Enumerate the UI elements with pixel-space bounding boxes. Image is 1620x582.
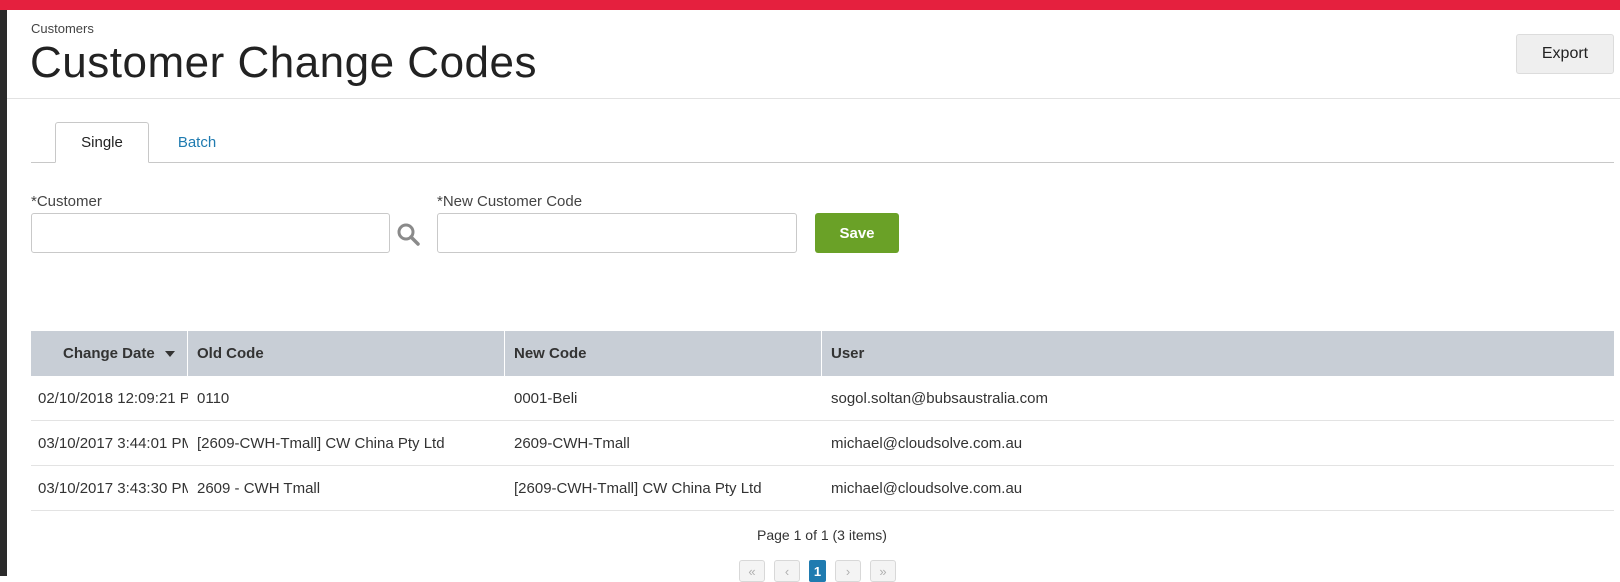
cell-change-date: 03/10/2017 3:44:01 PM [38, 434, 188, 452]
next-page-button[interactable]: › [835, 560, 861, 582]
breadcrumb[interactable]: Customers [31, 21, 94, 36]
column-header-change-date[interactable]: Change Date [31, 331, 188, 376]
cell-new-code: 0001-Beli [514, 389, 578, 407]
new-customer-code-label: *New Customer Code [437, 193, 583, 210]
column-header-label: Old Code [197, 345, 264, 362]
cell-old-code: 2609 - CWH Tmall [197, 479, 321, 497]
new-customer-code-input[interactable] [437, 213, 797, 253]
cell-change-date: 02/10/2018 12:09:21 PM [38, 389, 188, 407]
pager-summary: Page 1 of 1 (3 items) [757, 527, 887, 543]
table-row[interactable]: 02/10/2018 12:09:21 PM 0110 0001-Beli so… [31, 376, 1614, 421]
sort-descending-icon [164, 350, 175, 357]
cell-new-code: 2609-CWH-Tmall [514, 434, 630, 452]
save-button[interactable]: Save [815, 213, 899, 253]
search-icon[interactable] [396, 222, 420, 246]
left-edge-strip [0, 10, 7, 576]
tab-single[interactable]: Single [55, 122, 149, 163]
customer-label: *Customer [31, 193, 102, 210]
tab-batch[interactable]: Batch [160, 122, 234, 162]
column-header-label: New Code [514, 345, 587, 362]
table-row[interactable]: 03/10/2017 3:43:30 PM 2609 - CWH Tmall [… [31, 466, 1614, 511]
table-row[interactable]: 03/10/2017 3:44:01 PM [2609-CWH-Tmall] C… [31, 421, 1614, 466]
column-header-old-code[interactable]: Old Code [188, 331, 505, 376]
table-header: Change Date Old Code New Code User [31, 331, 1614, 376]
current-page-button[interactable]: 1 [809, 560, 826, 582]
cell-old-code: 0110 [197, 389, 230, 407]
top-accent-bar [0, 0, 1620, 10]
page-title: Customer Change Codes [30, 38, 537, 87]
cell-new-code: [2609-CWH-Tmall] CW China Pty Ltd [514, 479, 762, 497]
cell-old-code: [2609-CWH-Tmall] CW China Pty Ltd [197, 434, 445, 452]
cell-change-date: 03/10/2017 3:43:30 PM [38, 479, 188, 497]
last-page-button[interactable]: » [870, 560, 896, 582]
change-codes-table: Change Date Old Code New Code User 02/10… [31, 331, 1614, 511]
cell-user: michael@cloudsolve.com.au [831, 434, 1023, 452]
cell-user: michael@cloudsolve.com.au [831, 479, 1023, 497]
customer-input[interactable] [31, 213, 390, 253]
pager: « ‹ 1 › » [739, 560, 896, 582]
column-header-label: Change Date [63, 345, 155, 362]
column-header-new-code[interactable]: New Code [505, 331, 822, 376]
column-header-label: User [831, 345, 865, 362]
previous-page-button[interactable]: ‹ [774, 560, 800, 582]
tab-strip-divider [31, 162, 1614, 163]
export-button[interactable]: Export [1516, 34, 1614, 74]
first-page-button[interactable]: « [739, 560, 765, 582]
header-divider [7, 98, 1620, 99]
column-header-user[interactable]: User [822, 331, 1614, 376]
cell-user: sogol.soltan@bubsaustralia.com [831, 389, 1049, 407]
